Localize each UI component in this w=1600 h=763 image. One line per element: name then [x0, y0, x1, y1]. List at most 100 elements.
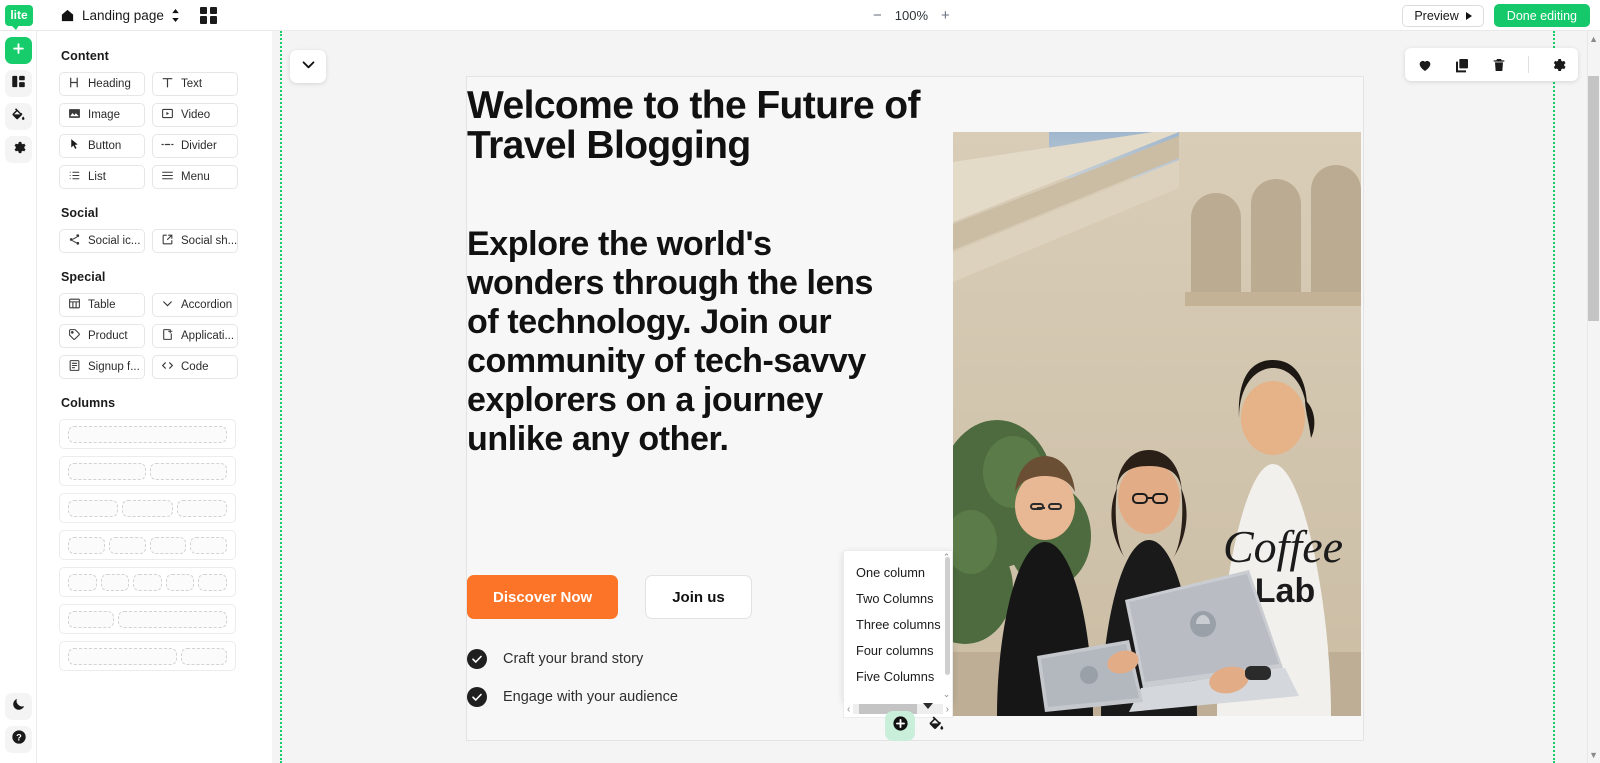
- dropdown-item-one-column[interactable]: One column: [844, 559, 952, 585]
- block-social-icons[interactable]: Social ic...: [59, 229, 145, 253]
- join-us-label: Join us: [672, 588, 725, 606]
- block-signup-form[interactable]: Signup f...: [59, 355, 145, 379]
- rail-item-theme[interactable]: [4, 103, 32, 130]
- zoom-in-button[interactable]: +: [941, 7, 950, 24]
- list-icon: [68, 169, 81, 185]
- dropdown-item-three-columns[interactable]: Three columns: [844, 611, 952, 637]
- column-cell: [149, 462, 227, 480]
- style-fab[interactable]: [921, 711, 951, 741]
- zoom-level-value: 100%: [894, 8, 929, 23]
- social-blocks-grid: Social ic... Social sh...: [59, 229, 250, 253]
- gear-icon: [11, 140, 26, 160]
- add-block-fab[interactable]: [885, 711, 915, 741]
- column-cell: [68, 573, 97, 591]
- block-text[interactable]: Text: [152, 72, 238, 96]
- block-menu[interactable]: Menu: [152, 165, 238, 189]
- dropdown-item-two-columns[interactable]: Two Columns: [844, 585, 952, 611]
- hero-image[interactable]: Coffee Lab: [953, 132, 1361, 716]
- section-title-social: Social: [61, 206, 99, 220]
- column-layout-two[interactable]: [59, 456, 236, 486]
- block-label: Accordion: [181, 299, 233, 311]
- svg-text:Lab: Lab: [1255, 572, 1315, 610]
- block-label: Heading: [88, 78, 131, 90]
- canvas-scroll-up-icon[interactable]: ▲: [1589, 34, 1598, 44]
- column-cell: [68, 647, 177, 665]
- dropdown-scroll-left-icon[interactable]: ‹: [847, 704, 850, 715]
- columns-list: [59, 419, 250, 671]
- block-divider[interactable]: Divider: [152, 134, 238, 158]
- gear-icon[interactable]: [1550, 57, 1566, 73]
- block-label: Social sh...: [181, 235, 238, 247]
- hero-heading: Welcome to the Future of Travel Blogging: [467, 84, 921, 167]
- external-link-icon: [161, 233, 174, 249]
- block-label: Video: [181, 109, 211, 121]
- join-us-button[interactable]: Join us: [645, 575, 752, 619]
- column-layout-narrow-wide[interactable]: [59, 604, 236, 634]
- block-product[interactable]: Product: [59, 324, 145, 348]
- column-cell: [68, 499, 119, 517]
- block-image[interactable]: Image: [59, 103, 145, 127]
- column-layout-wide-narrow[interactable]: [59, 641, 236, 671]
- dropdown-scroll-thumb[interactable]: [945, 557, 950, 675]
- zoom-controls: − 100% +: [873, 0, 950, 31]
- block-table[interactable]: Table: [59, 293, 145, 317]
- hero-subheading: Explore the world's wonders through the …: [467, 225, 873, 458]
- dropdown-scroll-down-icon[interactable]: ⌄: [942, 689, 951, 699]
- block-code[interactable]: Code: [152, 355, 238, 379]
- heading-icon: [68, 76, 81, 92]
- block-label: Code: [181, 361, 209, 373]
- column-cell: [176, 499, 227, 517]
- heart-icon[interactable]: [1417, 57, 1433, 73]
- block-label: Table: [88, 299, 116, 311]
- canvas-scroll-down-icon[interactable]: ▼: [1589, 750, 1598, 760]
- block-label: Menu: [181, 171, 210, 183]
- toolbar-divider: [1528, 56, 1529, 73]
- grid-cell: [199, 6, 208, 14]
- rail-item-layout[interactable]: [4, 70, 32, 97]
- block-list[interactable]: List: [59, 165, 145, 189]
- image-icon: [68, 107, 81, 123]
- discover-now-button[interactable]: Discover Now: [467, 575, 619, 619]
- column-cell: [68, 610, 115, 628]
- column-layout-five[interactable]: [59, 567, 236, 597]
- application-icon: [161, 328, 174, 344]
- column-layout-four[interactable]: [59, 530, 236, 560]
- block-button[interactable]: Button: [59, 134, 145, 158]
- column-cell: [108, 536, 146, 554]
- svg-text:Coffee: Coffee: [1223, 521, 1343, 572]
- grid-cell: [209, 16, 217, 24]
- app-logo[interactable]: lite: [5, 4, 33, 30]
- copy-icon[interactable]: [1454, 57, 1470, 73]
- dropdown-item-four-columns[interactable]: Four columns: [844, 637, 952, 663]
- collapse-section-button[interactable]: [290, 50, 326, 83]
- column-cell: [68, 425, 227, 443]
- block-video[interactable]: Video: [152, 103, 238, 127]
- column-layout-three[interactable]: [59, 493, 236, 523]
- rail-item-help[interactable]: ?: [5, 726, 32, 753]
- pages-grid-button[interactable]: [199, 6, 217, 24]
- page-selector[interactable]: Landing page: [60, 8, 180, 23]
- canvas-scroll-thumb[interactable]: [1588, 76, 1599, 321]
- done-editing-button[interactable]: Done editing: [1493, 4, 1590, 27]
- block-accordion[interactable]: Accordion: [152, 293, 238, 317]
- canvas-scrollbar[interactable]: ▲ ▼: [1587, 31, 1600, 763]
- hero-feature-list: Craft your brand story Engage with your …: [467, 649, 678, 707]
- rail-item-settings[interactable]: [4, 136, 32, 163]
- column-layout-one[interactable]: [59, 419, 236, 449]
- paint-bucket-icon: [11, 107, 26, 127]
- rail-bottom-group: ?: [0, 687, 37, 753]
- block-toolbar: [1405, 48, 1578, 81]
- rail-item-add-block[interactable]: [4, 37, 32, 64]
- plus-icon: [11, 41, 26, 61]
- block-label: Divider: [181, 140, 217, 152]
- zoom-out-button[interactable]: −: [873, 7, 882, 24]
- rail-item-dark-mode[interactable]: [5, 693, 32, 720]
- block-social-share[interactable]: Social sh...: [152, 229, 238, 253]
- block-application[interactable]: Applicati...: [152, 324, 238, 348]
- columns-dropdown[interactable]: One column Two Columns Three columns Fou…: [843, 550, 953, 702]
- block-heading[interactable]: Heading: [59, 72, 145, 96]
- trash-icon[interactable]: [1491, 57, 1507, 73]
- preview-button[interactable]: Preview: [1402, 4, 1484, 27]
- feature-item: Craft your brand story: [467, 649, 678, 669]
- dropdown-item-five-columns[interactable]: Five Columns: [844, 663, 952, 689]
